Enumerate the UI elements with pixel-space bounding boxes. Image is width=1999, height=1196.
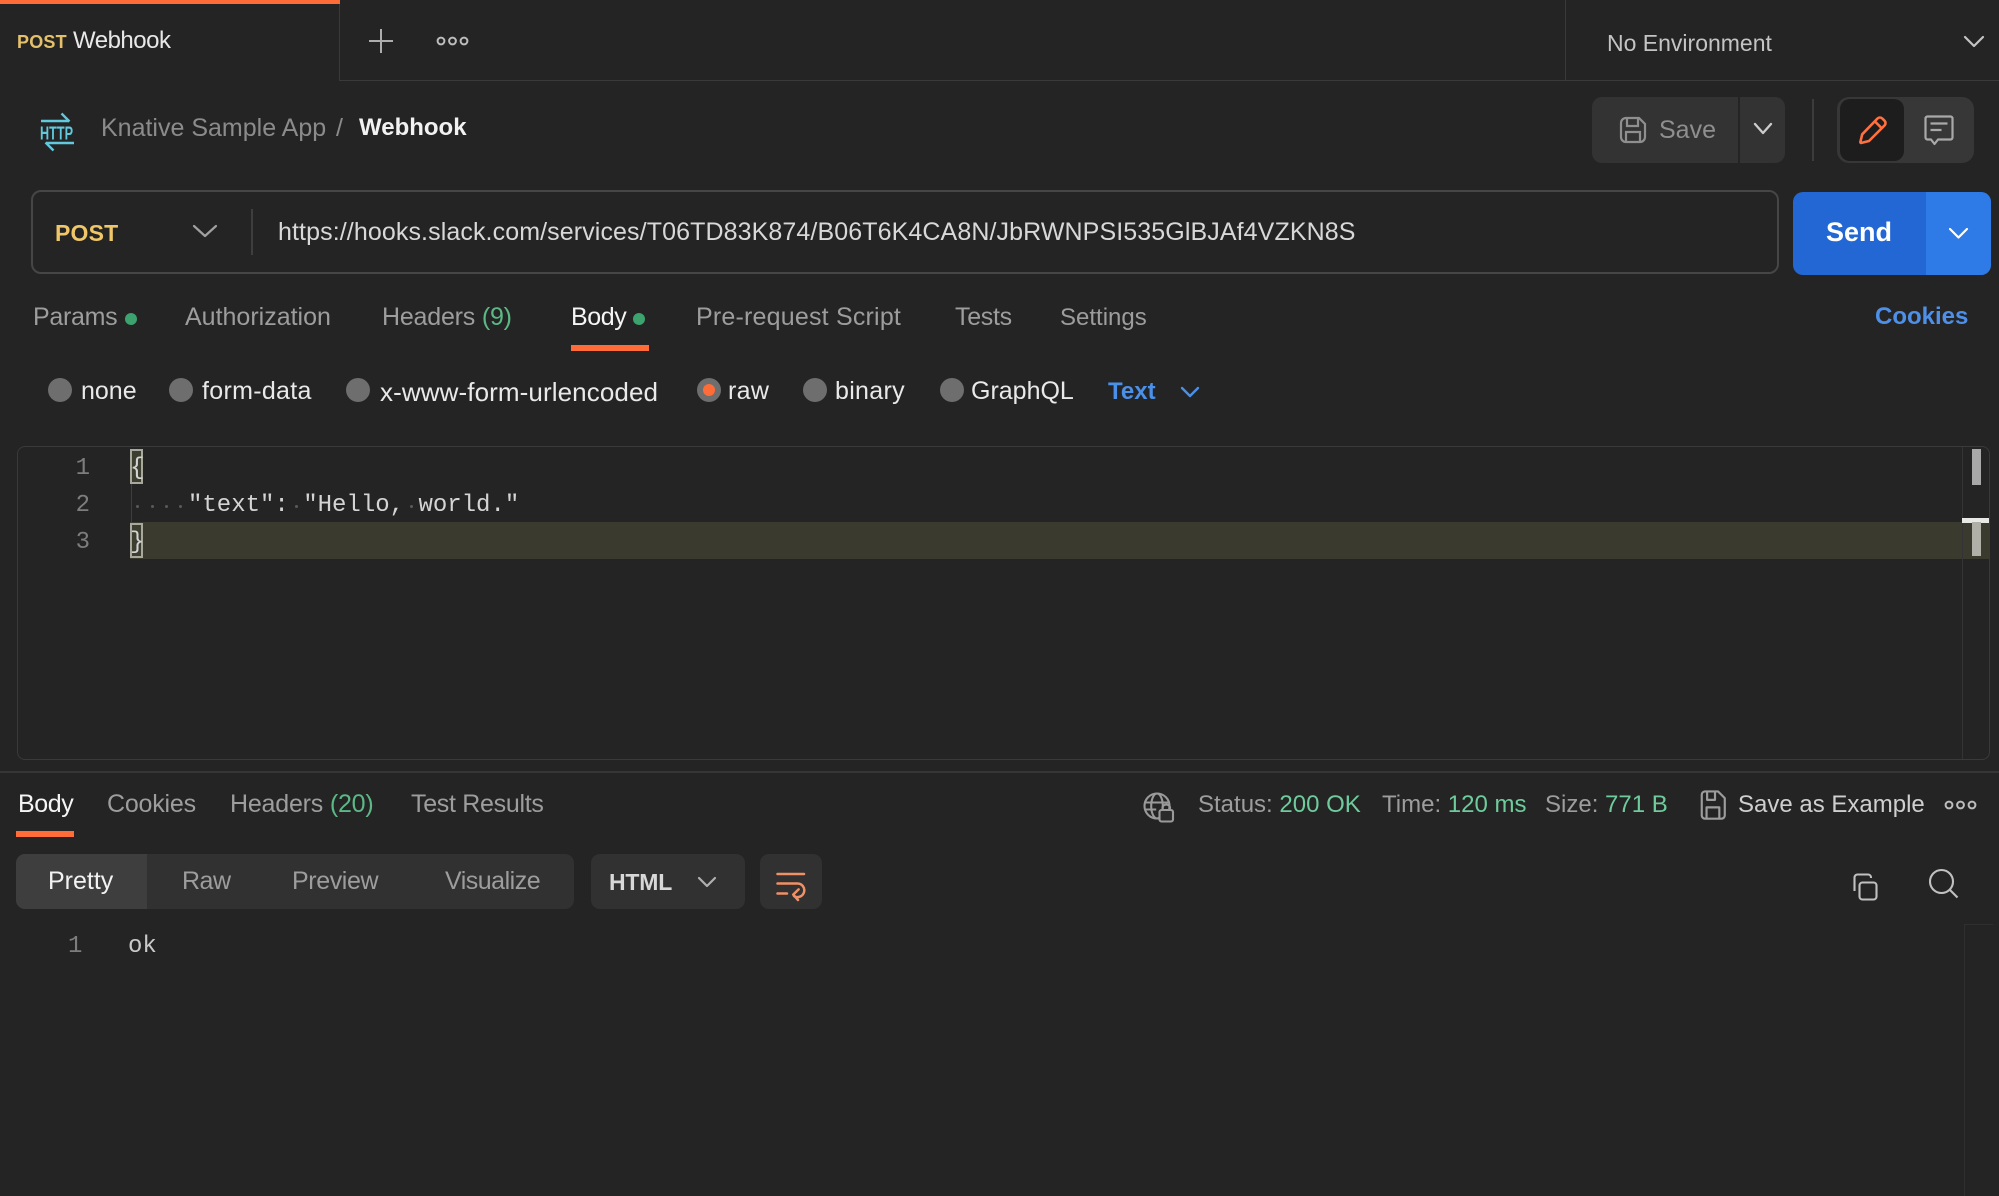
svg-text:HTTP: HTTP [40,124,73,144]
